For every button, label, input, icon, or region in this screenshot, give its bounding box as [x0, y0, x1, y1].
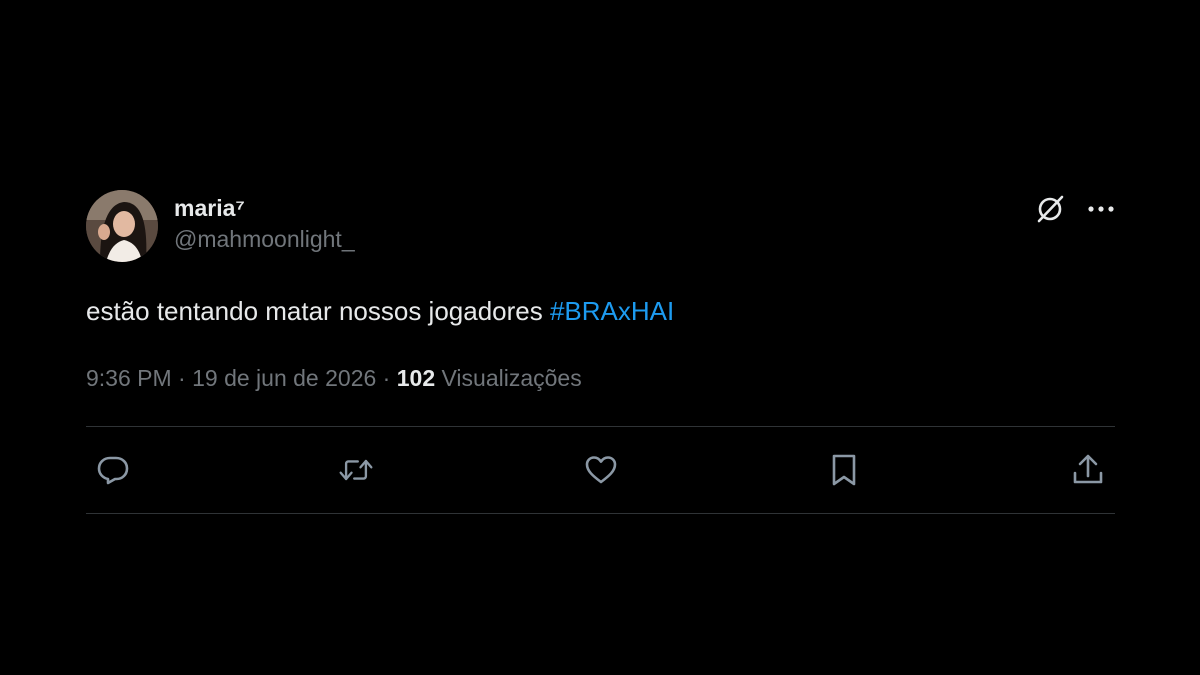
user-handle[interactable]: @mahmoonlight_	[174, 224, 355, 254]
tweet-card: maria⁷ @mahmoonlight_ estão tentando mat…	[86, 188, 1115, 514]
user-names: maria⁷ @mahmoonlight_	[174, 194, 355, 254]
tweet-meta: 9:36 PM · 19 de jun de 2026 · 102 Visual…	[86, 363, 1115, 393]
meta-separator: ·	[178, 365, 186, 391]
header-actions	[1035, 194, 1115, 224]
tweet-date[interactable]: 19 de jun de 2026	[192, 365, 376, 391]
tweet-time[interactable]: 9:36 PM	[86, 365, 172, 391]
divider	[86, 513, 1115, 514]
like-icon[interactable]	[583, 452, 619, 488]
grok-icon[interactable]	[1035, 194, 1065, 224]
display-name[interactable]: maria⁷	[174, 194, 355, 222]
avatar[interactable]	[86, 190, 158, 262]
hashtag-link[interactable]: #BRAxHAI	[550, 296, 674, 326]
reply-icon[interactable]	[95, 452, 131, 488]
tweet-body: estão tentando matar nossos jogadores	[86, 296, 550, 326]
more-icon[interactable]	[1087, 204, 1115, 214]
tweet-text: estão tentando matar nossos jogadores #B…	[86, 294, 1115, 328]
retweet-icon[interactable]	[338, 452, 374, 488]
views-label: Visualizações	[441, 365, 582, 391]
action-bar	[86, 427, 1115, 513]
meta-separator: ·	[382, 365, 391, 391]
share-icon[interactable]	[1070, 452, 1106, 488]
views-count: 102	[396, 365, 436, 391]
bookmark-icon[interactable]	[826, 452, 862, 488]
tweet-header: maria⁷ @mahmoonlight_	[86, 188, 1115, 264]
